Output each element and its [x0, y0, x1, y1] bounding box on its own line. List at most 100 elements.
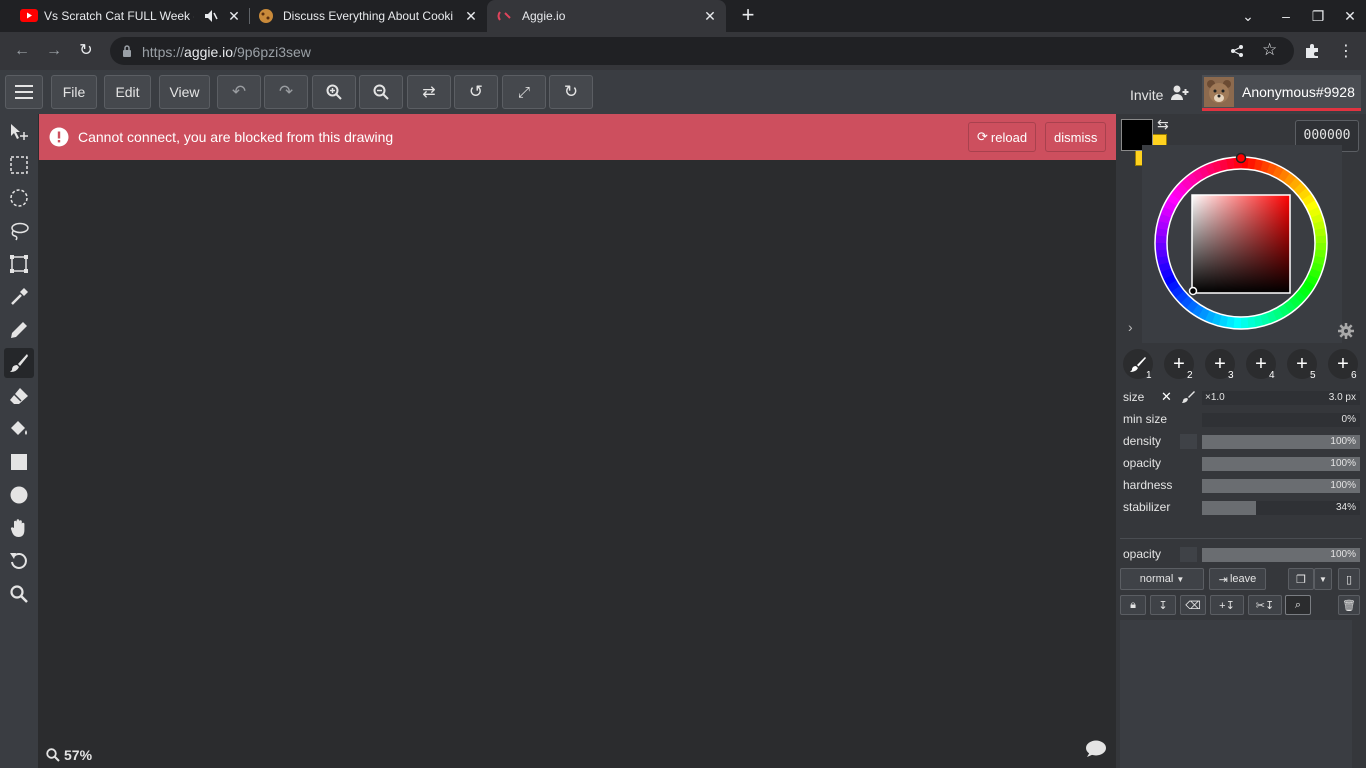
close-tab-icon[interactable]: ✕: [463, 8, 479, 24]
zoom-out-button[interactable]: [359, 75, 403, 109]
stabilizer-fill: [1202, 501, 1256, 515]
close-tab-icon[interactable]: ✕: [702, 8, 718, 24]
hand-tool[interactable]: [4, 513, 34, 543]
dismiss-button[interactable]: dismiss: [1045, 122, 1107, 152]
blend-mode-select[interactable]: normal ▼: [1120, 568, 1204, 590]
window-close-icon[interactable]: ✕: [1340, 6, 1360, 26]
new-layer-button[interactable]: ▯: [1338, 568, 1360, 590]
browser-tab-cookie[interactable]: Discuss Everything About Cooki ✕: [250, 0, 486, 32]
stabilizer-label: stabilizer: [1123, 500, 1171, 514]
add-user-icon[interactable]: [1171, 85, 1189, 101]
min-size-slider[interactable]: 0%: [1202, 413, 1360, 427]
browser-tab-aggie[interactable]: Aggie.io ✕: [487, 0, 726, 32]
reload-page-icon[interactable]: ↻: [74, 39, 98, 63]
swap-colors-icon[interactable]: ⇆: [1157, 116, 1169, 133]
redo-button[interactable]: ↷: [264, 75, 308, 109]
layers-list[interactable]: [1120, 620, 1352, 768]
hamburger-icon: [15, 85, 33, 99]
reload-button[interactable]: ⟳ reload: [968, 122, 1037, 152]
opacity-value: 100%: [1330, 458, 1356, 469]
url-text: https://aggie.io/9p6pzi3sew: [142, 44, 311, 60]
user-account[interactable]: Anonymous#9928: [1202, 75, 1361, 111]
pen-pressure-icon[interactable]: [1182, 390, 1195, 403]
fill-tool[interactable]: [4, 414, 34, 444]
close-tab-icon[interactable]: ✕: [226, 8, 242, 24]
flip-button[interactable]: ⇄: [407, 75, 451, 109]
close-icon[interactable]: ✕: [1161, 389, 1172, 405]
size-slider[interactable]: ×1.0 3.0 px: [1202, 391, 1360, 405]
file-menu-button[interactable]: File: [51, 75, 97, 109]
zoom-tool[interactable]: [4, 579, 34, 609]
hamburger-menu-button[interactable]: [5, 75, 43, 109]
leave-button[interactable]: ⇥ leave: [1209, 568, 1266, 590]
settings-gear-icon[interactable]: [1338, 323, 1354, 339]
drawing-canvas[interactable]: [39, 114, 1116, 768]
layer-opacity-value: 100%: [1330, 549, 1356, 560]
clear-layer-button[interactable]: ⌫: [1180, 595, 1206, 615]
expand-icon: ⤢: [517, 83, 530, 101]
undo-button[interactable]: ↶: [217, 75, 261, 109]
eyedropper-icon: [11, 288, 28, 305]
cut-layer-button[interactable]: ✂↧: [1248, 595, 1282, 615]
chevron-right-icon[interactable]: ›: [1128, 319, 1133, 335]
stabilizer-slider[interactable]: 34%: [1202, 501, 1360, 515]
invite-link[interactable]: Invite: [1130, 87, 1163, 103]
tab-title: Vs Scratch Cat FULL Week -: [44, 9, 194, 23]
view-menu-button[interactable]: View: [159, 75, 210, 109]
transform-tool[interactable]: [4, 249, 34, 279]
density-pressure-toggle[interactable]: [1180, 434, 1197, 449]
edit-menu-button[interactable]: Edit: [104, 75, 151, 109]
ellipse-select-tool[interactable]: [4, 183, 34, 213]
rect-select-tool[interactable]: [4, 150, 34, 180]
eraser-tool[interactable]: [4, 381, 34, 411]
hue-handle[interactable]: [1235, 152, 1247, 164]
add-layer-below-button[interactable]: +↧: [1210, 595, 1244, 615]
plus-icon: +: [1214, 352, 1226, 375]
bookmark-star-icon[interactable]: ☆: [1262, 40, 1277, 60]
chat-icon[interactable]: [1085, 740, 1106, 758]
duplicate-layer-button[interactable]: ❐: [1288, 568, 1314, 590]
zoom-in-icon: [326, 84, 342, 100]
opacity-slider[interactable]: 100%: [1202, 457, 1360, 471]
hardness-slider[interactable]: 100%: [1202, 479, 1360, 493]
share-icon[interactable]: [1230, 44, 1244, 58]
merge-down-button[interactable]: ↧: [1150, 595, 1176, 615]
new-tab-button[interactable]: +: [736, 4, 760, 28]
fullscreen-button[interactable]: ⤢: [502, 75, 546, 109]
rotate-left-button[interactable]: ↺: [454, 75, 498, 109]
rotate-right-button[interactable]: ↻: [549, 75, 593, 109]
leave-label: leave: [1229, 573, 1257, 585]
lasso-tool[interactable]: [4, 216, 34, 246]
tab-search-icon[interactable]: ⌄: [1238, 6, 1258, 26]
layer-search-button[interactable]: ⌕: [1285, 595, 1311, 615]
back-icon[interactable]: ←: [10, 39, 34, 63]
layer-menu-dropdown[interactable]: ▼: [1314, 568, 1332, 590]
delete-layer-button[interactable]: 🗑︎: [1338, 595, 1360, 615]
muted-speaker-icon[interactable]: [204, 9, 218, 23]
color-handle[interactable]: [1188, 286, 1198, 296]
forward-icon[interactable]: →: [42, 39, 66, 63]
transform-icon: [10, 255, 28, 273]
density-slider[interactable]: 100%: [1202, 435, 1360, 449]
minimize-icon[interactable]: –: [1276, 6, 1296, 26]
pencil-tool[interactable]: [4, 315, 34, 345]
browser-menu-icon[interactable]: ⋮: [1338, 41, 1354, 61]
zoom-in-button[interactable]: [312, 75, 356, 109]
address-bar[interactable]: https://aggie.io/9p6pzi3sew ☆: [110, 37, 1294, 65]
extensions-icon[interactable]: [1304, 43, 1320, 59]
rotate-tool[interactable]: [4, 546, 34, 576]
layer-opacity-toggle[interactable]: [1180, 547, 1197, 562]
eraser-icon: ⌫: [1185, 599, 1201, 612]
browser-tab-youtube[interactable]: Vs Scratch Cat FULL Week - ✕: [8, 0, 248, 32]
restore-icon[interactable]: ❐: [1308, 6, 1328, 26]
rect-select-icon: [10, 156, 28, 174]
layer-opacity-slider[interactable]: 100%: [1202, 548, 1360, 562]
eyedropper-tool[interactable]: [4, 282, 34, 312]
move-tool[interactable]: [4, 117, 34, 147]
color-wheel[interactable]: [1142, 145, 1342, 343]
rectangle-tool[interactable]: [4, 447, 34, 477]
ellipse-tool[interactable]: [4, 480, 34, 510]
lock-layer-button[interactable]: 🔒︎: [1120, 595, 1146, 615]
brush-tool[interactable]: [4, 348, 34, 378]
zoom-level[interactable]: 57%: [64, 747, 92, 763]
